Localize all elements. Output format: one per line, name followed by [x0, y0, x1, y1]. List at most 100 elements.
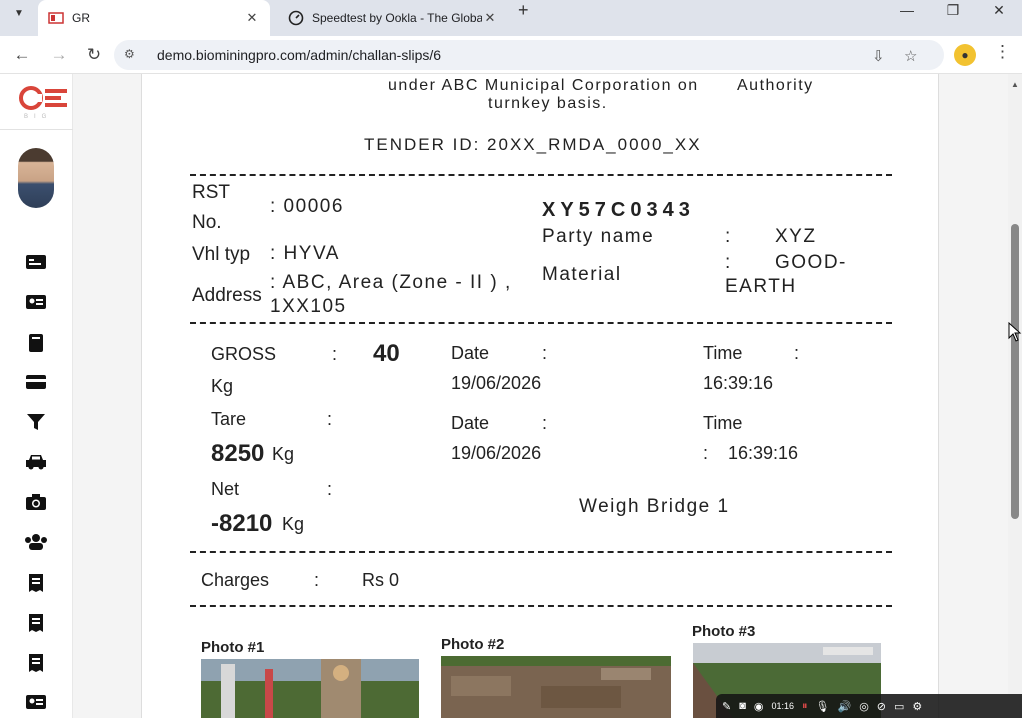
tare-date: 19/06/2026 [451, 443, 542, 463]
reload-button[interactable]: ↻ [81, 42, 107, 68]
window-icon[interactable]: ▭ [894, 700, 904, 713]
vehicle-number: XY57C0343 [542, 199, 695, 221]
dashboard-icon[interactable] [24, 253, 48, 277]
close-tab-icon[interactable]: ✕ [244, 10, 260, 26]
rst-value: : 00006 [270, 196, 344, 217]
settings-icon[interactable]: ⚙ [912, 700, 922, 713]
slip-header-authority: Authority [737, 77, 814, 94]
receipt-icon[interactable] [24, 573, 48, 597]
divider [190, 322, 892, 324]
id-card-icon[interactable] [24, 693, 48, 717]
address-bar[interactable]: ⚙ demo.biominingpro.com/admin/challan-sl… [114, 40, 944, 70]
photo-1-label: Photo #1 [201, 639, 265, 656]
rst-label-no: No. [192, 212, 222, 233]
tab-title: Speedtest by Ookla - The Globa [312, 11, 482, 25]
site-info-icon[interactable]: ⚙ [124, 47, 140, 63]
pen-icon[interactable]: ✎ [722, 700, 731, 713]
id-card-icon[interactable] [24, 293, 48, 317]
tare-colon: : [327, 409, 333, 429]
vehicle-type-value: : HYVA [270, 243, 340, 264]
company-logo[interactable]: BIG [18, 84, 70, 122]
minimize-button[interactable]: — [884, 0, 930, 20]
tare-time-label: Time [703, 413, 743, 433]
slip-header-line1: under ABC Municipal Corporation on [388, 77, 699, 94]
net-colon: : [327, 479, 333, 499]
camera-icon[interactable] [24, 493, 48, 517]
material-value-line2: EARTH [725, 276, 797, 297]
gross-time: 16:39:16 [703, 373, 774, 393]
receipt-icon[interactable] [24, 653, 48, 677]
sidebar: BIG [0, 74, 73, 718]
close-window-button[interactable]: ✕ [976, 0, 1022, 20]
divider [190, 551, 892, 553]
mouse-cursor-icon [1008, 321, 1022, 347]
tare-date-label: Date [451, 413, 490, 433]
photo-3-label: Photo #3 [692, 623, 756, 640]
address-label: Address [192, 285, 262, 306]
material-value-line1: GOOD- [775, 252, 847, 273]
gross-date-label: Date [451, 343, 490, 363]
weigh-bridge: Weigh Bridge 1 [579, 496, 730, 517]
url-text[interactable]: demo.biominingpro.com/admin/challan-slip… [157, 47, 441, 63]
camera-off-icon[interactable]: ⊘ [877, 700, 886, 713]
bookmark-star-icon[interactable]: ☆ [904, 47, 917, 65]
receipt-icon[interactable] [24, 613, 48, 637]
photo-1[interactable] [201, 659, 419, 718]
close-tab-icon[interactable]: ✕ [482, 10, 498, 26]
challan-slip: under ABC Municipal Corporation on turnk… [141, 74, 939, 718]
user-avatar[interactable] [18, 148, 54, 208]
car-icon[interactable] [24, 453, 48, 477]
gross-date: 19/06/2026 [451, 373, 542, 393]
profile-avatar-icon[interactable]: ● [954, 44, 976, 66]
record-icon[interactable]: ◉ [754, 700, 764, 713]
scroll-up-arrow-icon[interactable]: ▲ [1011, 80, 1019, 89]
gross-colon: : [332, 344, 338, 364]
gross-time-label: Time [703, 343, 743, 363]
svg-text:BIG: BIG [24, 114, 52, 120]
credit-card-icon[interactable] [24, 373, 48, 397]
tab-strip: ▼ GR ✕ Speedtest by Ookla - The Globa ✕ … [0, 0, 1022, 36]
charges-colon: : [314, 570, 320, 590]
gr-favicon-icon [48, 10, 64, 26]
recording-time: 01:16 [771, 701, 795, 711]
main-content: under ABC Municipal Corporation on turnk… [73, 74, 1008, 718]
filter-icon[interactable] [24, 413, 48, 437]
scroll-thumb[interactable] [1011, 224, 1019, 519]
address-value-line2: 1XX105 [270, 296, 347, 317]
tare-unit: Kg [272, 444, 295, 464]
page-scrollbar[interactable]: ▲ [1008, 74, 1022, 718]
pause-icon[interactable]: ⏸ [802, 700, 808, 713]
divider [190, 174, 892, 176]
gross-date-colon: : [542, 343, 548, 363]
net-label: Net [211, 479, 240, 499]
forward-button[interactable]: → [46, 42, 72, 68]
party-colon: : [725, 226, 731, 247]
browser-toolbar: ← → ↻ ⚙ demo.biominingpro.com/admin/chal… [0, 36, 1022, 74]
microphone-icon[interactable]: 🎙 [816, 700, 830, 713]
back-button[interactable]: ← [9, 42, 35, 68]
tab-gr[interactable]: GR ✕ [38, 0, 270, 36]
speedtest-favicon-icon [288, 10, 304, 26]
tender-id: TENDER ID: 20XX_RMDA_0000_XX [364, 135, 702, 154]
browser-menu-icon[interactable]: ⋮ [994, 42, 1011, 62]
new-tab-button[interactable]: + [518, 0, 529, 20]
party-name-label: Party name [542, 226, 655, 247]
recording-toolbar: ✎ ◙ ◉ 01:16 ⏸ 🎙 🔊 ◎ ⊘ ▭ ⚙ [716, 694, 1022, 718]
divider [190, 605, 892, 607]
tab-speedtest[interactable]: Speedtest by Ookla - The Globa ✕ [278, 0, 508, 36]
photo-2[interactable] [441, 656, 671, 718]
screenshot-icon[interactable]: ◙ [739, 700, 746, 712]
speaker-icon[interactable]: 🔊 [837, 700, 851, 713]
book-icon[interactable] [24, 333, 48, 357]
restore-button[interactable]: ❐ [930, 0, 976, 20]
gross-label: GROSS [211, 344, 277, 364]
tare-time: : 16:39:16 [703, 443, 799, 463]
charges-label: Charges [201, 570, 270, 590]
net-value: -8210 [211, 510, 273, 537]
gross-time-colon: : [794, 343, 800, 363]
install-app-icon[interactable]: ⇩ [872, 47, 885, 65]
users-icon[interactable] [24, 533, 48, 557]
webcam-icon[interactable]: ◎ [859, 700, 869, 713]
vehicle-type-label: Vhl typ [192, 244, 251, 265]
tab-search-button[interactable]: ▼ [8, 2, 30, 24]
